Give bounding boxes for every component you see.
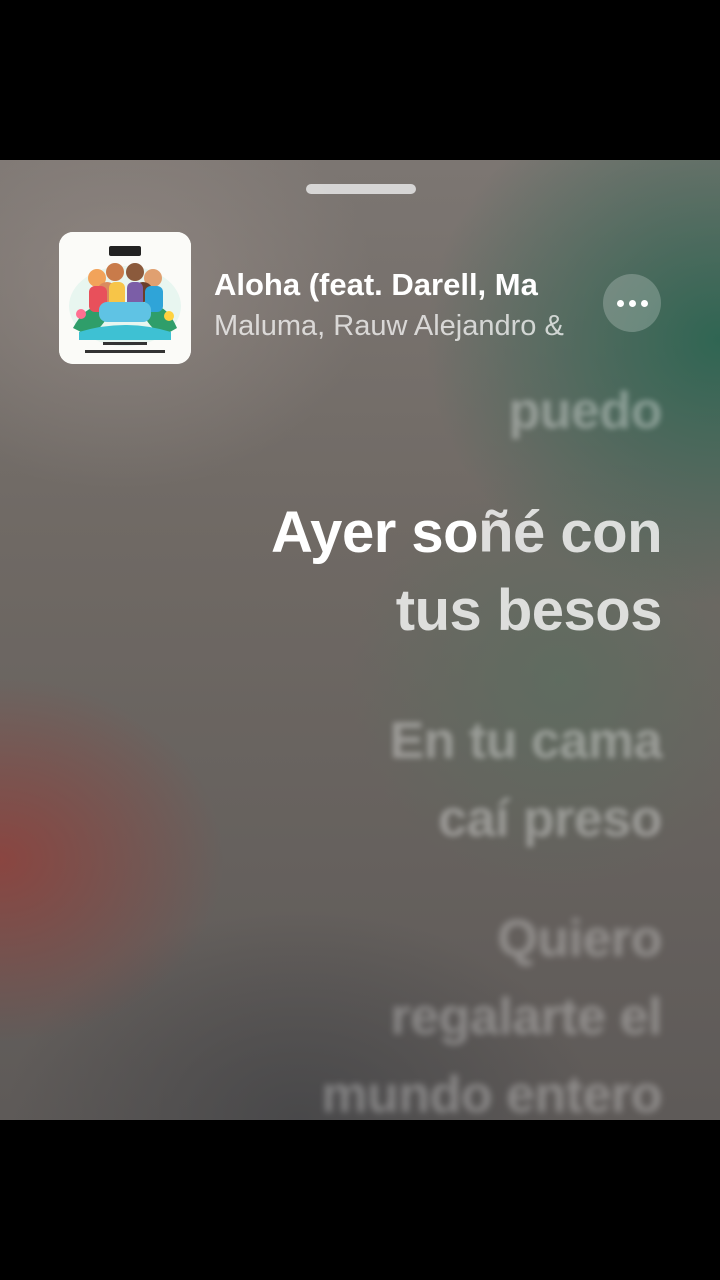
lyric-text: puedo	[508, 382, 663, 440]
lyrics-screen: Aloha (feat. Darell, Ma Maluma, Rauw Ale…	[0, 160, 720, 1120]
lyric-sung-text: Ayer so	[270, 500, 479, 565]
lyric-line-next[interactable]: En tu cama caí preso	[389, 702, 663, 858]
album-artwork[interactable]	[59, 232, 191, 364]
album-artwork-image	[59, 232, 191, 364]
ellipsis-icon	[628, 299, 636, 307]
track-artist[interactable]: Maluma, Rauw Alejandro &	[214, 308, 592, 344]
lyric-text: Ayer soñé con	[270, 494, 663, 572]
lyric-text: regalarte el	[390, 988, 663, 1046]
more-options-button[interactable]	[603, 274, 661, 332]
track-title[interactable]: Aloha (feat. Darell, Ma	[214, 266, 592, 304]
lyric-text: En tu cama	[389, 712, 663, 770]
ellipsis-icon	[616, 299, 624, 307]
lyric-line-current[interactable]: Ayer soñé con tus besos	[270, 494, 663, 650]
ellipsis-icon	[640, 299, 648, 307]
lyric-line-upcoming[interactable]: Quiero regalarte el mundo entero	[321, 900, 662, 1120]
lyric-text: tus besos	[395, 578, 663, 643]
lyric-unsung-text: ñé con	[478, 500, 662, 565]
lyric-text: caí preso	[438, 790, 662, 848]
lyric-text: mundo entero	[321, 1066, 662, 1120]
lyric-line-previous[interactable]: puedo	[508, 380, 663, 442]
lyric-text: Quiero	[497, 910, 662, 968]
sheet-grabber-handle[interactable]	[306, 184, 416, 194]
